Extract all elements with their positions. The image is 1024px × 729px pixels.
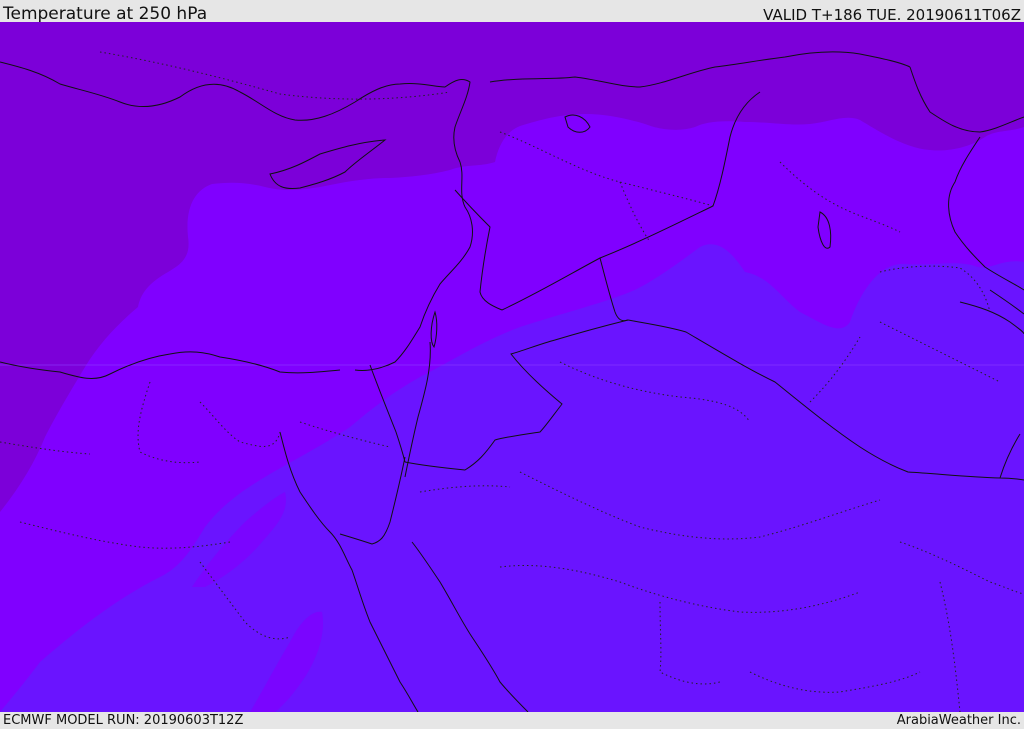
header-bar: Temperature at 250 hPa VALID T+186 TUE. …	[0, 0, 1024, 24]
temperature-map-svg	[0, 22, 1024, 712]
footer-bar: ECMWF MODEL RUN: 20190603T12Z ArabiaWeat…	[0, 712, 1024, 729]
model-run-label: ECMWF MODEL RUN: 20190603T12Z	[3, 713, 244, 728]
weather-map[interactable]	[0, 22, 1024, 712]
credit-label: ArabiaWeather Inc.	[896, 713, 1021, 728]
map-title: Temperature at 250 hPa	[3, 4, 208, 24]
